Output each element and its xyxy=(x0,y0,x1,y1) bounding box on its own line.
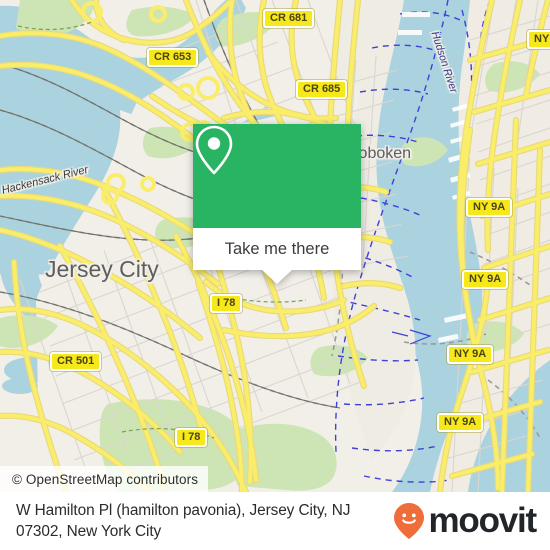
map-pin-icon xyxy=(195,125,233,175)
screenshot-root: Jersey City Hoboken Hackensack River Hud… xyxy=(0,0,550,550)
bottom-info-bar: W Hamilton Pl (hamilton pavonia), Jersey… xyxy=(0,492,550,550)
location-callout-card[interactable]: Take me there xyxy=(193,124,361,284)
take-me-there-button[interactable]: Take me there xyxy=(193,228,361,270)
callout-tail xyxy=(262,270,292,284)
moovit-brand[interactable]: moovit xyxy=(394,501,537,540)
osm-attribution[interactable]: © OpenStreetMap contributors xyxy=(0,466,209,492)
road-shield-cr-685[interactable]: CR 685 xyxy=(296,80,348,99)
road-shield-ny-9a-2[interactable]: NY 9A xyxy=(462,270,509,289)
moovit-wordmark: moovit xyxy=(428,501,537,540)
road-shield-cr-501[interactable]: CR 501 xyxy=(50,352,102,371)
road-shield-cr-681[interactable]: CR 681 xyxy=(263,9,315,28)
road-shield-ny-9a-1[interactable]: NY 9A xyxy=(466,198,513,217)
road-shield-ny[interactable]: NY xyxy=(527,30,550,49)
map-label-jersey-city: Jersey City xyxy=(45,256,159,282)
take-me-there-label: Take me there xyxy=(224,239,330,258)
road-shield-cr-653[interactable]: CR 653 xyxy=(147,48,199,67)
moovit-pin-smile-icon xyxy=(394,503,425,539)
map-canvas[interactable]: Jersey City Hoboken Hackensack River Hud… xyxy=(0,0,550,492)
road-shield-ny-9a-3[interactable]: NY 9A xyxy=(447,345,494,364)
road-shield-i-78-1[interactable]: I 78 xyxy=(210,294,243,313)
road-shield-i-78-2[interactable]: I 78 xyxy=(175,428,208,447)
road-shield-ny-9a-4[interactable]: NY 9A xyxy=(437,413,484,432)
callout-header xyxy=(193,124,361,228)
place-address-text: W Hamilton Pl (hamilton pavonia), Jersey… xyxy=(16,502,351,540)
